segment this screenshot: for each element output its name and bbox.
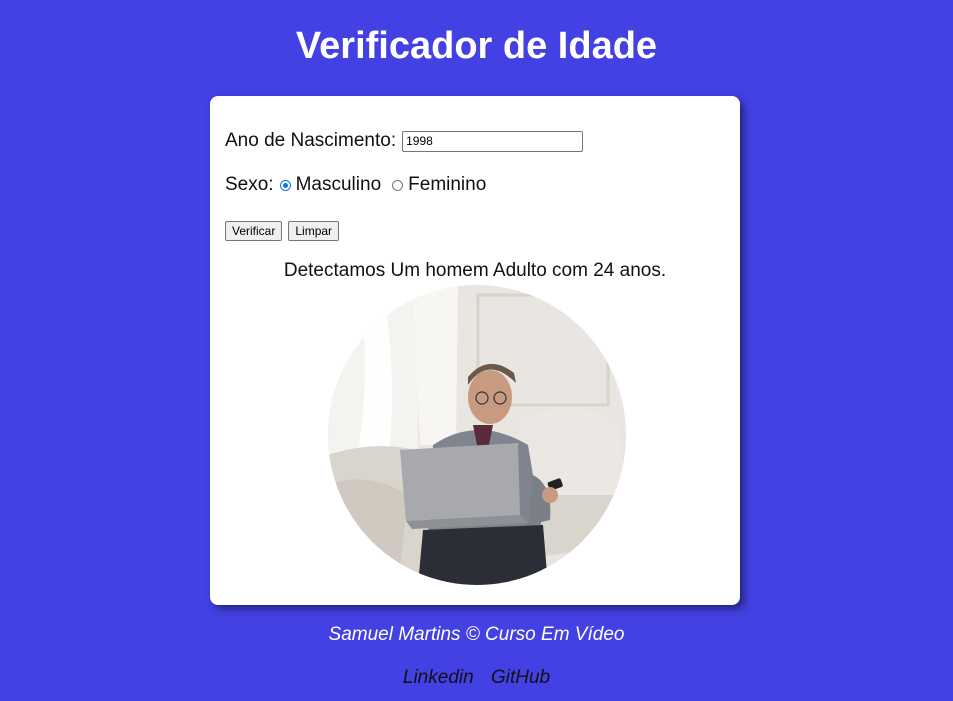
action-buttons: Verificar Limpar <box>225 221 340 241</box>
page-title: Verificador de Idade <box>295 25 658 67</box>
adult-man-with-laptop-photo <box>328 285 626 585</box>
result-text: Detectamos Um homem Adulto com 24 anos. <box>283 260 667 281</box>
verifier-card: Ano de Nascimento: Sexo: Masculino Femin… <box>210 96 740 605</box>
footer-credit: Samuel Martins © Curso Em Vídeo <box>328 624 625 645</box>
result-photo <box>328 285 626 585</box>
verify-button[interactable]: Verificar <box>225 221 283 241</box>
radio-masculino-label[interactable]: Masculino <box>296 174 382 196</box>
radio-feminino-label[interactable]: Feminino <box>408 174 486 196</box>
radio-masculino[interactable] <box>279 179 291 191</box>
footer-links: Linkedin GitHub <box>0 667 953 689</box>
sex-row: Sexo: Masculino Feminino <box>225 174 486 196</box>
birth-year-row: Ano de Nascimento: <box>225 130 584 152</box>
birth-year-label: Ano de Nascimento: <box>225 130 397 151</box>
github-link[interactable]: GitHub <box>491 667 550 688</box>
birth-year-input[interactable] <box>402 130 584 152</box>
clear-button[interactable]: Limpar <box>288 221 340 241</box>
sex-label: Sexo: <box>225 174 274 195</box>
radio-feminino[interactable] <box>392 179 404 191</box>
linkedin-link[interactable]: Linkedin <box>403 667 474 688</box>
